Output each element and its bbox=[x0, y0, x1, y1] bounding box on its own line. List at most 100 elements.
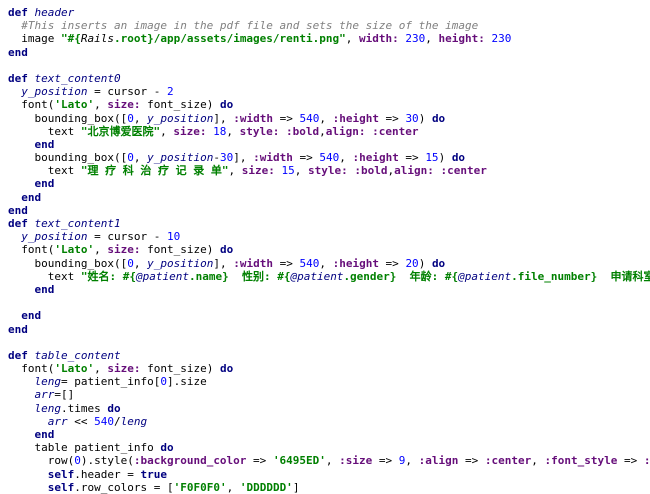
code-token-p: .header = bbox=[74, 467, 141, 481]
code-token-p: = cursor - bbox=[87, 85, 167, 99]
code-line[interactable]: bounding_box([0, y_position], :width => … bbox=[0, 257, 650, 270]
code-line[interactable]: end bbox=[0, 138, 650, 151]
code-line[interactable]: end bbox=[0, 283, 650, 296]
code-line[interactable]: end bbox=[0, 309, 650, 322]
code-line[interactable]: image "#{Rails.root}/app/assets/images/r… bbox=[0, 32, 650, 45]
code-line[interactable]: text "理 疗 科 治 疗 记 录 单", size: 15, style:… bbox=[0, 164, 650, 177]
code-token-sym: size: bbox=[107, 98, 141, 112]
code-line[interactable]: arr=[] bbox=[0, 388, 650, 401]
code-line[interactable]: bounding_box([0, y_position], :width => … bbox=[0, 112, 650, 125]
code-token-p: ) bbox=[418, 111, 432, 125]
code-line[interactable] bbox=[0, 296, 650, 309]
code-token-sym: :bold bbox=[354, 164, 388, 178]
code-token-p: - bbox=[213, 151, 220, 165]
code-token-sym: :background_color bbox=[133, 454, 247, 468]
code-token-sym: style: bbox=[307, 164, 348, 178]
code-line[interactable]: row(0).style(:background_color => '6495E… bbox=[0, 454, 650, 467]
code-token-kw: end bbox=[8, 322, 28, 336]
code-token-p: , bbox=[531, 454, 545, 468]
code-line[interactable]: leng.times do bbox=[0, 402, 650, 415]
code-token-p: ) bbox=[438, 151, 452, 165]
code-line[interactable]: font('Lato', size: font_size) do bbox=[0, 243, 650, 256]
code-editor[interactable]: def header #This inserts an image in the… bbox=[0, 0, 650, 494]
code-token-p: , bbox=[345, 32, 360, 46]
code-token-p bbox=[8, 468, 48, 481]
code-token-str: 'F0F0F0' bbox=[173, 480, 227, 494]
code-token-p bbox=[28, 72, 35, 85]
code-token-num: 2 bbox=[166, 85, 174, 99]
code-line[interactable]: end bbox=[0, 428, 650, 441]
code-token-sym: :size bbox=[339, 454, 373, 468]
code-token-name: table_content bbox=[34, 348, 121, 362]
code-token-kw: do bbox=[107, 401, 121, 415]
code-token-p: font( bbox=[8, 362, 55, 376]
code-token-ivar: y_position bbox=[21, 85, 88, 99]
code-token-p bbox=[8, 177, 35, 190]
code-line[interactable]: text "姓名: #{@patient.name} 性别: #{@patien… bbox=[0, 270, 650, 283]
code-line[interactable] bbox=[0, 59, 650, 72]
code-line[interactable]: #This inserts an image in the pdf file a… bbox=[0, 19, 650, 32]
code-token-num: 15 bbox=[281, 164, 295, 178]
code-line[interactable]: end bbox=[0, 323, 650, 336]
code-line[interactable]: table patient_info do bbox=[0, 441, 650, 454]
code-token-kw: do bbox=[431, 256, 446, 270]
code-token-sym: align: bbox=[325, 124, 366, 138]
code-token-ivar: @patient bbox=[290, 269, 344, 283]
code-token-sym: size: bbox=[107, 362, 141, 376]
code-token-p bbox=[8, 138, 35, 151]
code-token-kw: end bbox=[34, 137, 55, 151]
code-token-p: / bbox=[114, 414, 121, 428]
code-token-num: 10 bbox=[166, 230, 181, 244]
code-token-sym: :width bbox=[253, 151, 293, 165]
code-token-ivar: @patient bbox=[135, 269, 189, 283]
code-line[interactable]: def text_content1 bbox=[0, 217, 650, 230]
code-line[interactable]: end bbox=[0, 191, 650, 204]
code-token-p bbox=[8, 388, 35, 401]
code-token-num: 18 bbox=[213, 124, 227, 138]
code-line[interactable]: leng= patient_info[0].size bbox=[0, 375, 650, 388]
code-token-sym: :height bbox=[332, 111, 379, 125]
code-token-kw: end bbox=[8, 45, 28, 59]
code-token-p: ).style( bbox=[80, 454, 134, 468]
code-line[interactable]: def header bbox=[0, 6, 650, 19]
code-line[interactable]: font('Lato', size: font_size) do bbox=[0, 362, 650, 375]
code-token-kw: do bbox=[160, 441, 174, 455]
code-token-kw: self bbox=[47, 467, 75, 481]
code-line[interactable]: self.header = true bbox=[0, 468, 650, 481]
code-line[interactable]: self.row_colors = ['F0F0F0', 'DDDDDD'] bbox=[0, 481, 650, 494]
code-line[interactable]: def text_content0 bbox=[0, 72, 650, 85]
code-token-ivar: y_position bbox=[147, 256, 214, 270]
code-token-p: , bbox=[160, 124, 174, 138]
code-token-p: table patient_info bbox=[8, 441, 161, 455]
code-token-str: 'Lato' bbox=[54, 362, 95, 376]
code-token-p: , bbox=[94, 98, 108, 112]
code-line[interactable]: end bbox=[0, 177, 650, 190]
code-line[interactable] bbox=[0, 336, 650, 349]
code-token-ivar: leng bbox=[34, 401, 62, 415]
code-line[interactable]: end bbox=[0, 46, 650, 59]
code-token-str: "理 疗 科 治 疗 记 录 单" bbox=[80, 164, 229, 178]
code-token-kw: end bbox=[34, 282, 55, 296]
code-line[interactable]: text "北京博爱医院", size: 18, style: :bold,al… bbox=[0, 125, 650, 138]
code-token-ivar: arr bbox=[34, 388, 55, 402]
code-line[interactable]: end bbox=[0, 204, 650, 217]
code-line[interactable]: y_position = cursor - 10 bbox=[0, 230, 650, 243]
code-token-p: => bbox=[378, 256, 406, 270]
code-token-p: font_size) bbox=[140, 362, 220, 376]
code-token-p: = patient_info[ bbox=[61, 375, 161, 389]
code-line[interactable]: y_position = cursor - 2 bbox=[0, 85, 650, 98]
code-token-p: ] bbox=[292, 480, 300, 494]
code-token-p bbox=[8, 375, 35, 388]
code-line[interactable]: font('Lato', size: font_size) do bbox=[0, 98, 650, 111]
code-token-kw: end bbox=[34, 428, 55, 441]
code-line[interactable]: def table_content bbox=[0, 349, 650, 362]
code-token-p: => bbox=[617, 454, 644, 468]
code-token-str: "#{ bbox=[60, 32, 81, 46]
code-token-p: ], bbox=[213, 111, 234, 125]
code-line[interactable]: arr << 540/leng bbox=[0, 415, 650, 428]
code-token-sym: :height bbox=[332, 256, 379, 270]
code-token-sym: align: bbox=[394, 164, 434, 178]
code-line[interactable]: bounding_box([0, y_position-30], :width … bbox=[0, 151, 650, 164]
code-token-p: ) bbox=[418, 256, 432, 270]
code-token-p: , bbox=[339, 151, 353, 165]
